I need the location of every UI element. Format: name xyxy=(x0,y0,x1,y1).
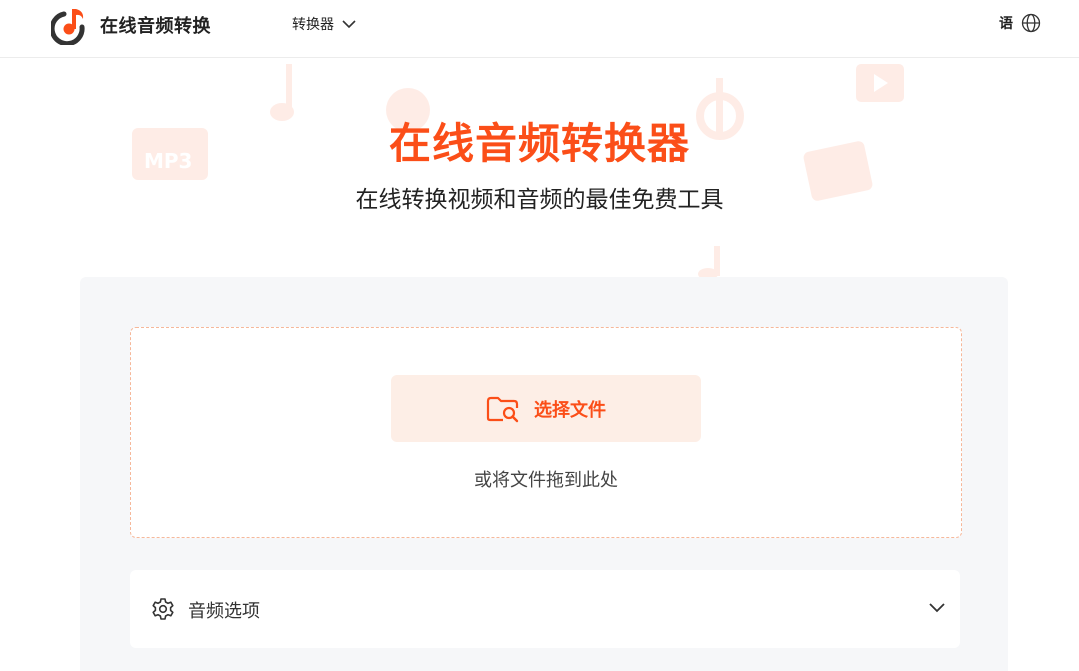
language-switcher[interactable]: 语 xyxy=(999,13,1041,33)
music-note-small-icon xyxy=(698,246,720,278)
chevron-down-icon xyxy=(929,603,945,613)
logo[interactable]: 在线音频转换 xyxy=(51,5,211,45)
converter-menu-label: 转换器 xyxy=(292,17,334,33)
converter-menu[interactable]: 转换器 xyxy=(292,14,356,34)
top-navbar: 在线音频转换 转换器 语 xyxy=(0,0,1079,58)
gear-icon xyxy=(152,598,174,620)
page: MP3 在线音频转换 转换器 语 在线音频转换器 在线转换视频和音频的最佳免费工… xyxy=(0,0,1079,671)
music-note-disc-icon xyxy=(51,9,85,45)
drop-hint: 或将文件拖到此处 xyxy=(474,470,618,491)
audio-options-label: 音频选项 xyxy=(188,601,260,622)
page-subtitle: 在线转换视频和音频的最佳免费工具 xyxy=(355,187,724,213)
audio-options-toggle[interactable]: 音频选项 xyxy=(130,570,960,648)
converter-panel: 选择文件 或将文件拖到此处 音频选项 xyxy=(80,277,1008,671)
video-play-icon xyxy=(856,64,904,102)
folder-search-icon xyxy=(486,396,519,422)
file-dropzone[interactable]: 选择文件 或将文件拖到此处 xyxy=(130,327,962,538)
select-file-button[interactable]: 选择文件 xyxy=(391,375,701,442)
chevron-down-icon xyxy=(342,20,356,29)
globe-icon xyxy=(1021,13,1041,33)
language-label: 语 xyxy=(999,16,1013,32)
select-file-label: 选择文件 xyxy=(534,399,606,421)
page-title: 在线音频转换器 xyxy=(388,119,690,168)
app-name: 在线音频转换 xyxy=(100,16,211,37)
